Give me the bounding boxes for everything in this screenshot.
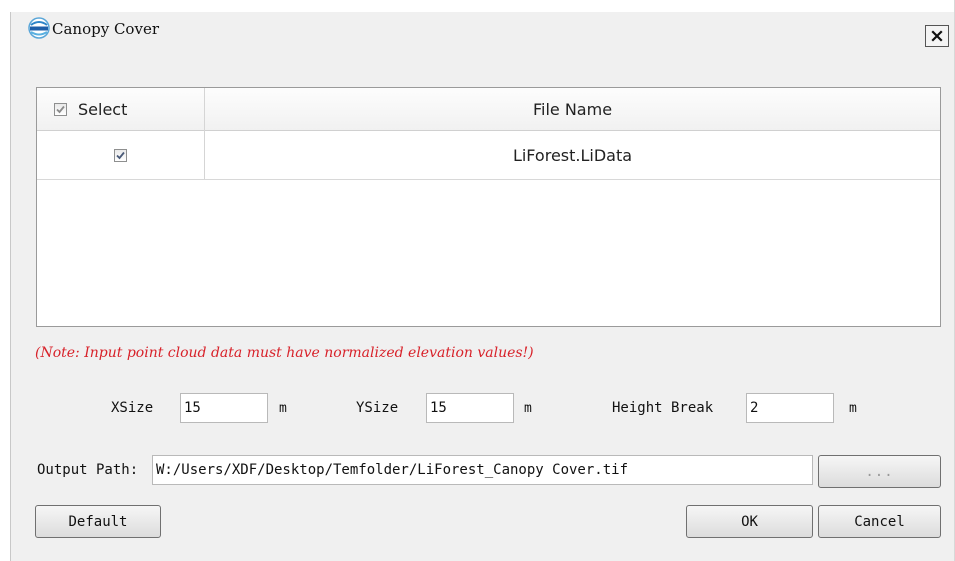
file-name-column-header[interactable]: File Name [205, 88, 940, 130]
row-file-name: LiForest.LiData [512, 145, 633, 165]
output-path-label: Output Path: [37, 462, 139, 478]
height-break-unit: m [849, 401, 857, 416]
close-icon [931, 30, 943, 42]
xsize-unit: m [279, 401, 287, 416]
default-button[interactable]: Default [35, 505, 161, 538]
close-button[interactable] [925, 25, 949, 47]
xsize-input[interactable]: 15 [180, 393, 268, 423]
table-row[interactable]: LiForest.LiData [37, 131, 940, 180]
ysize-unit: m [524, 401, 532, 416]
browse-button[interactable]: ... [818, 455, 941, 488]
background-margin-left [0, 0, 10, 561]
ok-button[interactable]: OK [686, 505, 813, 538]
file-table: Select File Name LiForest.LiData [36, 87, 941, 327]
dialog-left-border [10, 12, 11, 561]
height-break-label: Height Break [612, 400, 714, 416]
lidar-logo-icon [28, 17, 50, 39]
row-select-cell [37, 131, 204, 179]
xsize-label: XSize [111, 400, 154, 416]
select-column-header[interactable]: Select [37, 88, 204, 130]
normalization-note: (Note: Input point cloud data must have … [35, 345, 534, 361]
canopy-cover-dialog: Canopy Cover Select File Name LiForest.L… [0, 0, 955, 561]
window-title: Canopy Cover [52, 20, 159, 38]
background-margin-top [0, 0, 955, 12]
ysize-input[interactable]: 15 [426, 393, 514, 423]
select-header-label: Select [78, 99, 128, 119]
table-header: Select File Name [37, 88, 940, 131]
checkmark-icon [116, 151, 125, 159]
checkmark-icon [56, 105, 65, 113]
cancel-button[interactable]: Cancel [818, 505, 941, 538]
row-select-checkbox[interactable] [114, 148, 127, 162]
ysize-label: YSize [356, 400, 399, 416]
output-path-input[interactable]: W:/Users/XDF/Desktop/Temfolder/LiForest_… [152, 455, 813, 485]
select-all-checkbox[interactable] [54, 102, 67, 116]
height-break-input[interactable]: 2 [746, 393, 834, 423]
